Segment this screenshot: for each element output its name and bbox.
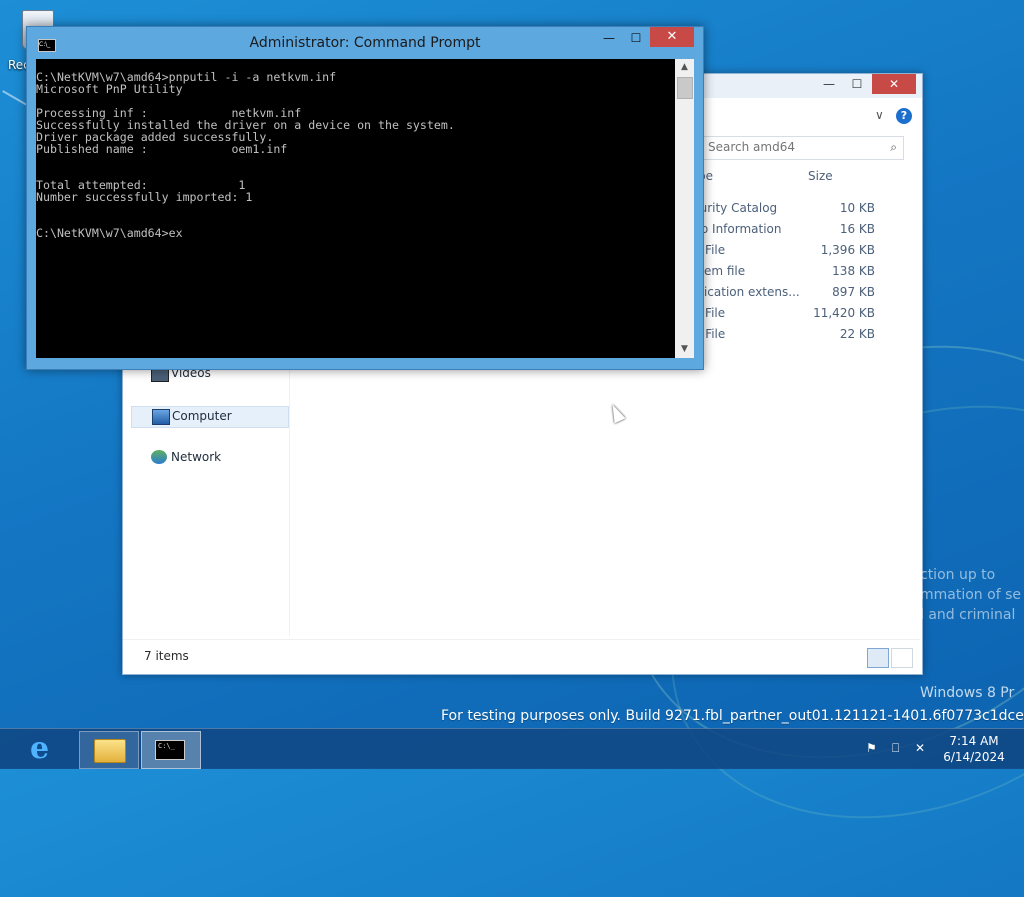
chevron-down-icon[interactable]: ∨ xyxy=(875,108,884,122)
internet-explorer-icon: e xyxy=(30,731,50,766)
cmd-icon[interactable]: C:\_ xyxy=(38,39,56,52)
file-row[interactable]: up Information 16 KB xyxy=(693,222,893,243)
file-type: up Information xyxy=(693,222,782,236)
scroll-down-arrow-icon[interactable]: ▼ xyxy=(675,341,694,358)
details-view-button[interactable] xyxy=(867,648,889,668)
file-row[interactable]: plication extens... 897 KB xyxy=(693,285,893,306)
faded-line: mmation of se xyxy=(920,587,1021,603)
console-screen[interactable]: C:\NetKVM\w7\amd64>pnputil -i -a netkvm.… xyxy=(36,59,675,358)
file-row[interactable]: C File 22 KB xyxy=(693,327,893,348)
action-center-flag-icon[interactable]: ⚑ xyxy=(866,741,877,755)
file-row[interactable]: curity Catalog 10 KB xyxy=(693,201,893,222)
watermark-build: For testing purposes only. Build 9271.fb… xyxy=(441,708,1024,724)
file-row[interactable]: B File 1,396 KB xyxy=(693,243,893,264)
file-size: 138 KB xyxy=(832,264,875,278)
nav-item-label: Network xyxy=(171,450,222,464)
search-input[interactable] xyxy=(704,137,878,157)
file-type: plication extens... xyxy=(693,285,800,299)
clock-time: 7:14 AM xyxy=(949,734,999,748)
faded-line: ction up to xyxy=(920,567,996,583)
taskbar-file-explorer[interactable] xyxy=(79,731,139,769)
clock-date: 6/14/2024 xyxy=(943,750,1005,764)
search-box[interactable]: ⌕ xyxy=(703,136,904,160)
file-size: 1,396 KB xyxy=(820,243,875,257)
console-output: C:\NetKVM\w7\amd64>pnputil -i -a netkvm.… xyxy=(36,70,455,240)
column-header-size[interactable]: Size xyxy=(808,169,833,189)
nav-item-network[interactable]: Network xyxy=(131,448,287,468)
command-prompt-window[interactable]: Administrator: Command Prompt C:\_ — ☐ ✕… xyxy=(26,26,704,370)
minimize-button[interactable]: — xyxy=(597,31,621,49)
maximize-button[interactable]: ☐ xyxy=(624,31,648,49)
folder-icon xyxy=(94,739,126,763)
file-row[interactable]: B File 11,420 KB xyxy=(693,306,893,327)
file-size: 22 KB xyxy=(839,327,875,341)
volume-muted-icon[interactable]: ✕ xyxy=(915,741,925,755)
file-size: 897 KB xyxy=(832,285,875,299)
nav-item-label: Computer xyxy=(172,409,232,423)
network-status-icon[interactable]: ⎕ xyxy=(892,741,899,756)
file-type: curity Catalog xyxy=(693,201,778,215)
close-button[interactable]: ✕ xyxy=(650,27,694,47)
status-bar: 7 items xyxy=(123,639,920,674)
taskbar: e C:\_ ⚑ ⎕ ✕ 7:14 AM 6/14/2024 xyxy=(0,728,1024,769)
taskbar-internet-explorer[interactable]: e xyxy=(16,731,74,767)
faded-line: l and criminal xyxy=(920,607,1016,623)
search-icon[interactable]: ⌕ xyxy=(890,140,897,155)
file-row[interactable]: stem file 138 KB xyxy=(693,264,893,285)
watermark-product: Windows 8 Pr xyxy=(920,685,1015,701)
system-clock[interactable]: 7:14 AM 6/14/2024 xyxy=(940,733,1008,765)
cmd-icon: C:\_ xyxy=(155,740,185,760)
computer-icon xyxy=(152,409,170,425)
explorer-close-button[interactable]: ✕ xyxy=(872,74,916,94)
scroll-up-arrow-icon[interactable]: ▲ xyxy=(675,59,694,76)
large-icons-view-button[interactable] xyxy=(891,648,913,668)
explorer-maximize-button[interactable]: ☐ xyxy=(844,74,870,94)
file-size: 10 KB xyxy=(839,201,875,215)
file-size: 11,420 KB xyxy=(813,306,875,320)
faded-desktop-text: ction up to mmation of se l and criminal xyxy=(920,565,1024,625)
network-icon xyxy=(151,450,167,464)
taskbar-command-prompt[interactable]: C:\_ xyxy=(141,731,201,769)
file-size: 16 KB xyxy=(839,222,875,236)
help-icon[interactable]: ? xyxy=(896,108,912,124)
explorer-minimize-button[interactable]: — xyxy=(816,74,842,94)
scroll-thumb[interactable] xyxy=(677,77,693,99)
item-count: 7 items xyxy=(144,649,189,663)
pane-divider[interactable] xyxy=(289,364,290,636)
vertical-scrollbar[interactable]: ▲ ▼ xyxy=(675,59,694,358)
nav-item-computer[interactable]: Computer xyxy=(131,406,289,428)
